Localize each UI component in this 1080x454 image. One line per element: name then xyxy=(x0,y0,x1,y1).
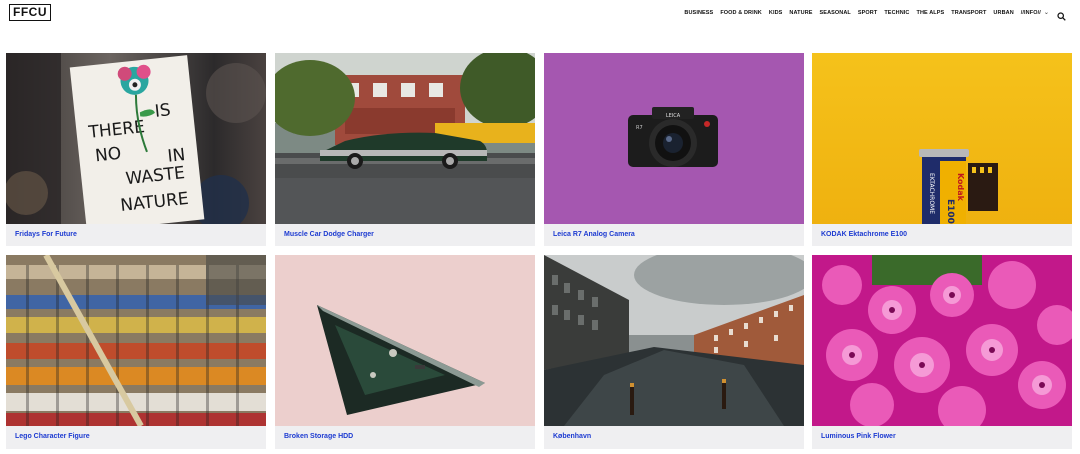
nav-item-transport[interactable]: TRANSPORT xyxy=(951,9,986,17)
photo-title-link[interactable]: KODAK Ektachrome E100 xyxy=(812,224,1072,246)
nav-item-the-alps[interactable]: THE ALPS xyxy=(917,9,945,17)
photo-card[interactable]: København xyxy=(544,255,804,449)
film-brand-text: Kodak xyxy=(956,173,965,202)
photo-title-link[interactable]: Luminous Pink Flower xyxy=(812,426,1072,448)
photo-card[interactable]: Broken Storage HDD xyxy=(275,255,535,449)
photo-broken-hdd[interactable] xyxy=(275,255,535,426)
photo-muscle-car[interactable] xyxy=(275,53,535,224)
photo-card[interactable]: Muscle Car Dodge Charger xyxy=(275,53,535,246)
nav-item-info[interactable]: //INFO// ⌄ xyxy=(1021,9,1049,17)
camera-brand-text: LEICA xyxy=(666,113,681,119)
sign-word: IS xyxy=(154,100,172,122)
nav-item-nature[interactable]: NATURE xyxy=(789,9,812,17)
photo-card[interactable]: Luminous Pink Flower xyxy=(812,255,1072,449)
photo-fridays-for-future[interactable]: THERE IS NO WASTE IN NATURE xyxy=(6,53,266,224)
photo-title-link[interactable]: Muscle Car Dodge Charger xyxy=(275,224,535,246)
photo-card[interactable]: Lego Character Figure xyxy=(6,255,266,449)
nav-item-sport[interactable]: SPORT xyxy=(858,9,877,17)
photo-lego-figures[interactable] xyxy=(6,255,266,426)
sign-word: NO xyxy=(94,144,122,167)
nav-item-urban[interactable]: URBAN xyxy=(993,9,1013,17)
photo-card[interactable]: THERE IS NO WASTE IN NATURE Fridays For … xyxy=(6,53,266,246)
nav-item-technic[interactable]: TECHNIC xyxy=(884,9,909,17)
photo-title-link[interactable]: København xyxy=(544,426,804,448)
nav-item-kids[interactable]: KIDS xyxy=(769,9,783,17)
photo-card[interactable]: LEICA R7 Leica R7 Analog Camera xyxy=(544,53,804,246)
film-name-text: EKTACHROME xyxy=(928,173,935,214)
camera-model-text: R7 xyxy=(636,125,643,131)
nav-item-business[interactable]: BUSINESS xyxy=(684,9,713,17)
photo-kobenhavn[interactable] xyxy=(544,255,804,426)
site-header: FFCU BUSINESS FOOD & DRINK KIDS NATURE S… xyxy=(0,0,1080,26)
film-code-text: E100 xyxy=(945,199,955,224)
photo-card[interactable]: Kodak EKTACHROME E100 KODAK Ektachrome E… xyxy=(812,53,1072,246)
search-icon[interactable] xyxy=(1057,8,1066,21)
photo-leica-camera[interactable]: LEICA R7 xyxy=(544,53,804,224)
photo-title-link[interactable]: Leica R7 Analog Camera xyxy=(544,224,804,246)
nav-info-label: //INFO// xyxy=(1020,9,1041,16)
site-logo[interactable]: FFCU xyxy=(9,4,51,21)
chevron-down-icon: ⌄ xyxy=(1043,9,1049,16)
photo-title-link[interactable]: Broken Storage HDD xyxy=(275,426,535,448)
photo-kodak-film[interactable]: Kodak EKTACHROME E100 xyxy=(812,53,1072,224)
photo-pink-flower[interactable] xyxy=(812,255,1072,426)
nav-item-food-drink[interactable]: FOOD & DRINK xyxy=(720,9,762,17)
photo-title-link[interactable]: Fridays For Future xyxy=(6,224,266,246)
nav-item-seasonal[interactable]: SEASONAL xyxy=(820,9,851,17)
main-nav: BUSINESS FOOD & DRINK KIDS NATURE SEASON… xyxy=(684,8,1066,21)
photo-title-link[interactable]: Lego Character Figure xyxy=(6,426,266,448)
sign-word: IN xyxy=(167,145,187,167)
